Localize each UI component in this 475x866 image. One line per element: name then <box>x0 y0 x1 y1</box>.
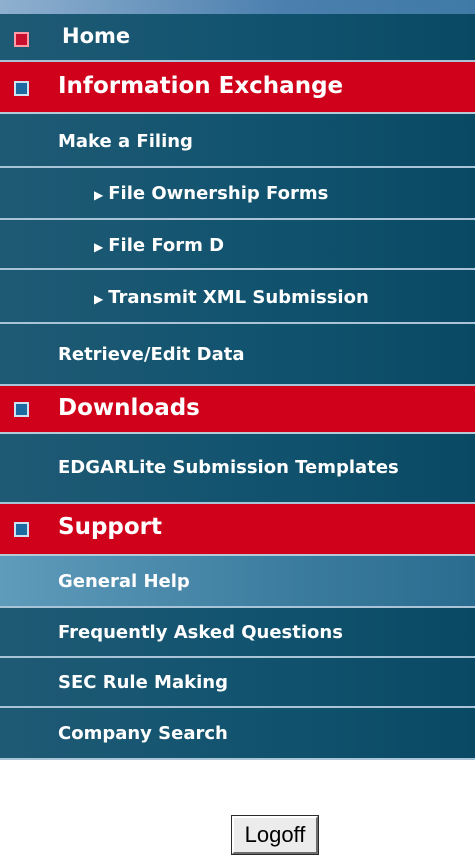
nav-company-search[interactable]: Company Search <box>0 708 475 760</box>
blue-square-icon <box>14 81 29 96</box>
nav-retrieve-edit-data[interactable]: Retrieve/Edit Data <box>0 324 475 386</box>
triangle-right-icon: ▶ <box>94 188 104 202</box>
nav-edgarlite-templates[interactable]: EDGARLite Submission Templates <box>0 434 475 504</box>
nav-file-ownership-forms[interactable]: ▶ File Ownership Forms <box>0 168 475 220</box>
nav-sec-rule-making[interactable]: SEC Rule Making <box>0 658 475 708</box>
blue-square-icon <box>14 522 29 537</box>
top-gradient-strip <box>0 0 475 14</box>
triangle-right-icon: ▶ <box>94 292 104 306</box>
red-square-icon <box>14 32 29 47</box>
nav-faq-label: Frequently Asked Questions <box>58 622 343 643</box>
section-downloads-label: Downloads <box>58 395 200 421</box>
nav-sec-rule-making-label: SEC Rule Making <box>58 672 228 693</box>
nav-general-help-label: General Help <box>58 571 190 592</box>
nav-file-form-d-label: File Form D <box>108 235 225 256</box>
section-downloads[interactable]: Downloads <box>0 386 475 434</box>
logoff-button[interactable]: Logoff <box>231 815 319 855</box>
nav-file-form-d[interactable]: ▶ File Form D <box>0 220 475 270</box>
nav-transmit-xml-submission[interactable]: ▶ Transmit XML Submission <box>0 270 475 324</box>
nav-home[interactable]: Home <box>0 14 475 62</box>
section-support[interactable]: Support <box>0 504 475 556</box>
sidebar-nav: Home Information Exchange Make a Filing … <box>0 14 475 760</box>
nav-general-help[interactable]: General Help <box>0 556 475 608</box>
section-support-label: Support <box>58 514 163 540</box>
nav-transmit-xml-submission-label: Transmit XML Submission <box>108 287 369 308</box>
nav-retrieve-edit-data-label: Retrieve/Edit Data <box>58 344 245 365</box>
section-information-exchange-label: Information Exchange <box>58 73 344 99</box>
nav-make-a-filing-label: Make a Filing <box>58 131 193 152</box>
nav-file-ownership-forms-label: File Ownership Forms <box>108 183 329 204</box>
nav-home-label: Home <box>62 24 131 48</box>
section-information-exchange[interactable]: Information Exchange <box>0 62 475 114</box>
triangle-right-icon: ▶ <box>94 240 104 254</box>
blue-square-icon <box>14 402 29 417</box>
nav-faq[interactable]: Frequently Asked Questions <box>0 608 475 658</box>
nav-edgarlite-templates-label: EDGARLite Submission Templates <box>58 457 399 478</box>
nav-make-a-filing[interactable]: Make a Filing <box>0 114 475 168</box>
nav-company-search-label: Company Search <box>58 723 228 744</box>
